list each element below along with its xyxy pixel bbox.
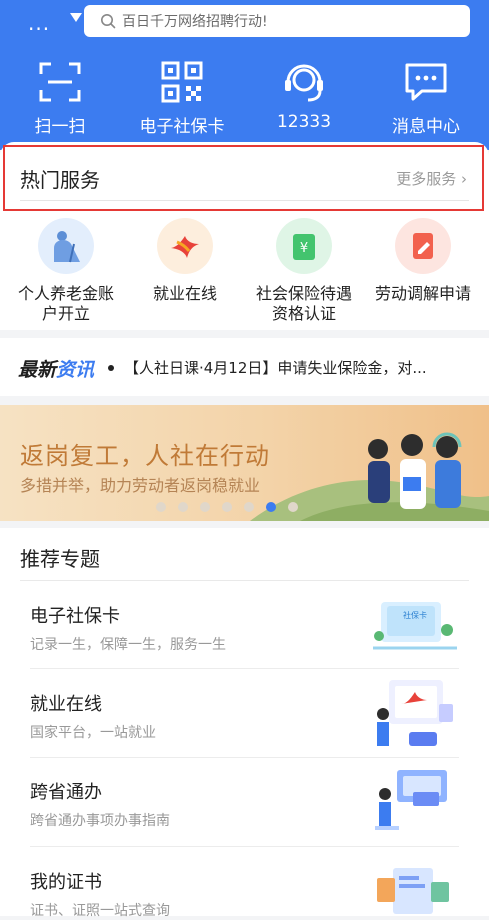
service-label: 社会保险待遇资格认证 [255, 284, 352, 323]
quick-action-messages[interactable]: 消息中心 [366, 60, 486, 137]
service-pension-account[interactable]: 个人养老金账户开立 [6, 218, 126, 324]
divider [20, 580, 469, 581]
dropdown-caret-icon[interactable] [70, 13, 82, 22]
quick-action-scan[interactable]: 扫一扫 [0, 60, 120, 137]
quick-action-ecard[interactable]: 电子社保卡 [122, 60, 242, 137]
hot-services-title: 热门服务 [20, 168, 100, 192]
divider [20, 200, 469, 201]
quick-action-label: 扫一扫 [34, 117, 86, 137]
quick-action-label: 12333 [276, 112, 332, 132]
bullet-icon [108, 365, 114, 371]
news-brand-prefix: 最新 [18, 359, 57, 381]
message-icon [405, 63, 447, 101]
carousel-dot[interactable] [156, 502, 166, 512]
more-services-link[interactable]: 更多服务 › [396, 168, 467, 189]
certificates-thumbnail [377, 868, 449, 914]
search-bar[interactable]: 百日千万网络招聘行动! [84, 5, 470, 37]
employment-thumbnail [377, 680, 453, 746]
quick-action-label: 消息中心 [392, 117, 460, 137]
carousel-dot[interactable] [244, 502, 254, 512]
wallet-icon: ¥ [276, 218, 332, 274]
carousel-dot[interactable] [178, 502, 188, 512]
news-brand: 最新资讯 [18, 355, 94, 382]
news-brand-suffix: 资讯 [56, 359, 95, 381]
carousel-dot[interactable] [222, 502, 232, 512]
banner-title: 返岗复工，人社在行动 [20, 442, 270, 470]
svg-text:¥: ¥ [300, 241, 308, 256]
divider [30, 668, 459, 669]
quick-action-hotline[interactable]: 12333 [244, 60, 364, 132]
topics-title: 推荐专题 [20, 547, 100, 571]
service-label: 劳动调解申请 [374, 284, 471, 303]
carousel-dot[interactable] [200, 502, 210, 512]
carousel-dot-active[interactable] [266, 502, 276, 512]
qrcode-icon [161, 61, 203, 103]
news-headline[interactable]: 【人社日课·4月12日】申请失业保险金，对... [124, 357, 474, 378]
menu-button[interactable]: ... [28, 11, 50, 35]
service-insurance-qualification[interactable]: ¥ 社会保险待遇资格认证 [244, 218, 364, 324]
service-label: 就业在线 [152, 284, 217, 303]
divider [30, 846, 459, 847]
service-label: 个人养老金账户开立 [17, 284, 114, 323]
carousel-dot[interactable] [288, 502, 298, 512]
scan-icon [39, 62, 81, 102]
svg-text:社保卡: 社保卡 [403, 610, 427, 620]
elder-icon [38, 218, 94, 274]
divider [30, 757, 459, 758]
service-labor-mediation[interactable]: 劳动调解申请 [363, 218, 483, 304]
headset-icon [285, 64, 323, 102]
social-card-thumbnail: 社保卡 [373, 602, 457, 650]
carousel-indicator [156, 502, 298, 512]
service-employment-online[interactable]: 就业在线 [125, 218, 245, 304]
search-icon [101, 14, 116, 29]
search-placeholder: 百日千万网络招聘行动! [122, 14, 268, 30]
employment-logo-icon [157, 218, 213, 274]
quick-action-label: 电子社保卡 [139, 117, 225, 137]
document-pen-icon [395, 218, 451, 274]
cross-province-thumbnail [375, 770, 447, 830]
banner-subtitle: 多措并举，助力劳动者返岗稳就业 [20, 476, 261, 495]
